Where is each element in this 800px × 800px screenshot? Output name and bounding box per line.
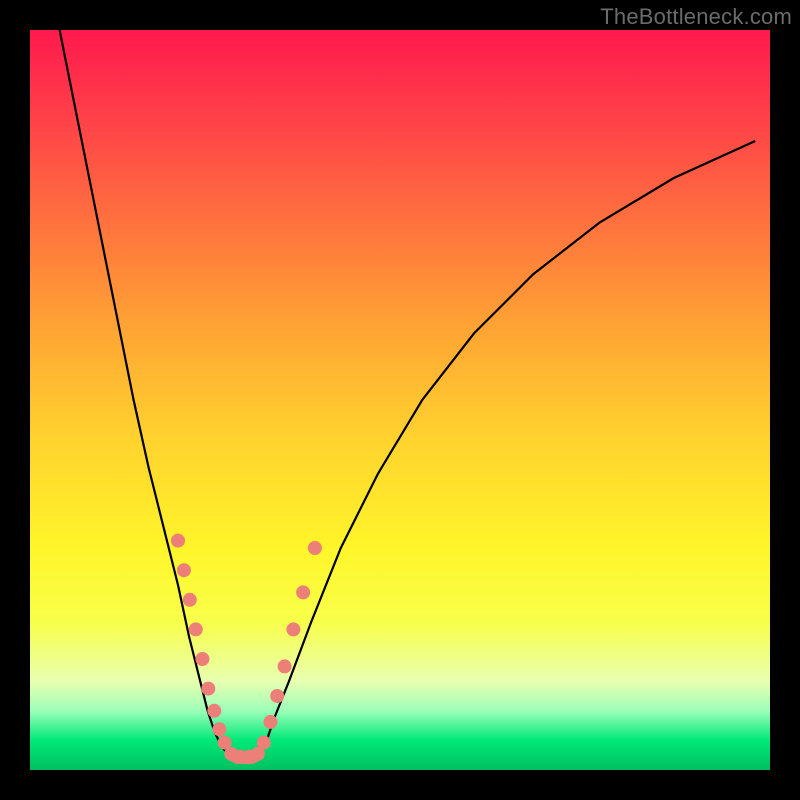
curve-right-arm: [259, 141, 755, 755]
marker-dot: [177, 563, 191, 577]
watermark-text: TheBottleneck.com: [600, 4, 792, 30]
chart-svg: [0, 0, 800, 800]
marker-dot: [212, 722, 226, 736]
marker-dot: [171, 534, 185, 548]
marker-dot: [189, 622, 203, 636]
marker-group: [171, 534, 322, 764]
marker-dot: [195, 652, 209, 666]
curve-group: [60, 30, 756, 759]
marker-dot: [308, 541, 322, 555]
marker-dot: [278, 659, 292, 673]
marker-dot: [201, 682, 215, 696]
chart-frame: TheBottleneck.com: [0, 0, 800, 800]
marker-dot: [251, 747, 265, 761]
marker-dot: [264, 715, 278, 729]
marker-dot: [207, 704, 221, 718]
marker-dot: [270, 689, 284, 703]
marker-dot: [183, 593, 197, 607]
curve-left-arm: [60, 30, 230, 755]
marker-dot: [296, 585, 310, 599]
marker-dot: [286, 622, 300, 636]
